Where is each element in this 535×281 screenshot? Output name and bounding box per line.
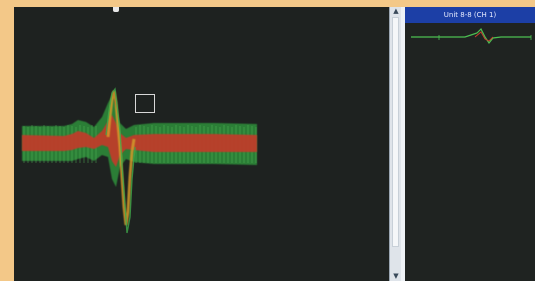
waveform-plot[interactable] xyxy=(14,7,389,281)
selection-box[interactable] xyxy=(135,94,155,113)
overview-header: Unit 8-8 (CH 1) xyxy=(405,7,535,23)
overview-panel: Unit 8-8 (CH 1) xyxy=(405,7,535,281)
spike-viewer-window: ▲ ▼ Unit 8-8 (CH 1) xyxy=(14,7,535,281)
overview-trace-red xyxy=(474,31,494,42)
triangle-up-icon[interactable]: ▲ xyxy=(391,7,401,16)
vertical-scrollbar[interactable]: ▲ ▼ xyxy=(389,7,401,281)
overview-waveform xyxy=(411,27,532,45)
scroll-thumb[interactable] xyxy=(392,17,399,247)
triangle-down-icon[interactable]: ▼ xyxy=(391,272,401,281)
waveform-svg xyxy=(22,87,257,234)
overview-trace xyxy=(411,27,531,45)
